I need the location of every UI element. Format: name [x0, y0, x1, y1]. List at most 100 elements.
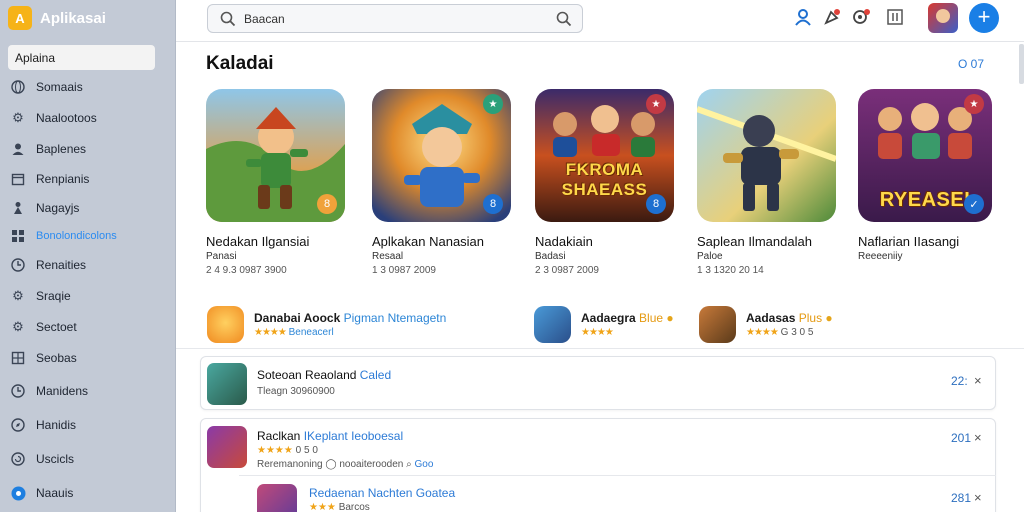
app-thumbnail[interactable]: FKROMA SHAEASS ★ 8	[535, 89, 674, 222]
clock-icon	[10, 383, 26, 399]
sidebar-item-7[interactable]: Renaities	[10, 255, 86, 275]
card-title[interactable]: Nadakiain	[535, 234, 705, 249]
card-title[interactable]: Naflarian IIasangi	[858, 234, 992, 249]
list-item-thumbnail[interactable]	[207, 363, 247, 405]
add-button[interactable]: +	[969, 3, 999, 33]
sidebar-item-active[interactable]: Aplaina	[8, 45, 155, 70]
messages-icon[interactable]	[851, 6, 873, 28]
rating-meta: 0 5 0	[295, 445, 318, 456]
sidebar-item-12[interactable]: Hanidis	[10, 415, 76, 435]
scrollbar[interactable]	[1019, 44, 1024, 84]
promo-thumbnail[interactable]	[699, 305, 736, 343]
promo-title: Aadasas	[746, 310, 796, 325]
sidebar-item-6[interactable]: Bonolondicolons	[10, 226, 117, 246]
list-item-thumbnail[interactable]	[207, 426, 247, 468]
card-top-badge: ★	[964, 94, 984, 114]
app-thumbnail[interactable]: ★ 8	[372, 89, 511, 222]
sidebar-item-8[interactable]: ⚙ Sraqie	[10, 286, 71, 306]
app-thumbnail[interactable]	[697, 89, 836, 222]
sidebar-item-13[interactable]: Uscicls	[10, 449, 74, 469]
list-item[interactable]: Raclkan IKeplant Ieoboesal ★★★★ 0 5 0 Re…	[200, 418, 996, 512]
search-icon[interactable]	[220, 11, 236, 27]
list-item-thumbnail[interactable]	[257, 484, 297, 512]
promo-thumbnail[interactable]	[534, 305, 571, 343]
list-item-title: Redaenan Nachten	[309, 486, 413, 500]
rating-stars: ★★★★	[257, 445, 293, 456]
close-icon[interactable]: ×	[974, 430, 982, 445]
cog-icon: ⚙	[12, 319, 24, 334]
header-divider	[176, 41, 1024, 42]
sidebar-item-11[interactable]: Manidens	[10, 381, 88, 401]
search-submit-icon[interactable]	[556, 11, 572, 27]
rating-meta: Barcos	[338, 502, 370, 512]
notifications-icon[interactable]	[821, 6, 843, 28]
sidebar-item-4[interactable]: Renpianis	[10, 169, 89, 189]
list-item-accent: Goatea	[415, 486, 456, 500]
promo-item[interactable]: Aadaegra Blue ● ★★★★	[534, 305, 674, 343]
clock-icon: ◯	[325, 459, 337, 470]
promo-meta: G 3 0 5	[780, 326, 814, 338]
app-card[interactable]: FKROMA SHAEASS ★ 8 Nadakiain Badasi 2 3 …	[535, 89, 675, 276]
sidebar-item-label: Hanidis	[36, 418, 77, 432]
promo-thumbnail[interactable]	[207, 305, 244, 343]
promo-title: Aadaegra	[581, 310, 636, 325]
sidebar-item-label: Naalootoos	[36, 111, 97, 125]
card-title[interactable]: Nedakan Ilgansiai	[206, 234, 376, 249]
sidebar-item-label: Seobas	[36, 351, 77, 365]
sidebar-item-label: Baplenes	[36, 142, 87, 156]
gear-icon: ⚙	[12, 110, 24, 125]
card-top-badge: ★	[483, 94, 503, 114]
calendar-icon	[10, 171, 26, 187]
search-icon: ⌕	[406, 459, 412, 470]
card-badge: ✓	[964, 194, 984, 214]
promo-accent: Plus	[798, 310, 823, 325]
app-card[interactable]: RYEASEI ★ ✓ Naflarian IIasangi Reeeeniiy	[858, 89, 992, 262]
app-card[interactable]: ★ 8 Aplkakan Nanasian Resaal 1 3 0987 20…	[372, 89, 512, 276]
sidebar-item-14[interactable]: Naauis	[10, 483, 73, 503]
list-item[interactable]: Soteoan Reaoland Caled Tleagn 30960900 2…	[200, 356, 996, 410]
brand[interactable]: A Aplikasai	[8, 6, 106, 30]
sidebar-item-label: Renaities	[36, 258, 87, 272]
section-see-all-link[interactable]: O 07	[958, 57, 984, 71]
sidebar-item-9[interactable]: ⚙ Sectoet	[10, 317, 77, 337]
search-input[interactable]: Baacan	[244, 12, 285, 26]
person-icon	[10, 200, 26, 216]
sidebar-item-3[interactable]: Baplenes	[10, 139, 86, 159]
grid-icon	[10, 228, 26, 244]
refresh-icon	[10, 451, 26, 467]
promo-item[interactable]: Aadasas Plus ● ★★★★ G 3 0 5	[699, 305, 833, 343]
table-icon	[10, 350, 26, 366]
card-subtitle: Badasi	[535, 251, 566, 262]
sidebar-item-5[interactable]: Nagayjs	[10, 198, 79, 218]
rating-stars: ★★★	[309, 502, 336, 512]
sidebar-item-label: Somaais	[36, 80, 83, 94]
rating-stars: ★★★★	[254, 326, 287, 338]
row-divider	[239, 475, 996, 476]
promo-item[interactable]: Danabai Aoock Pigman Ntemagetn ★★★★ Bene…	[207, 305, 446, 343]
sidebar-item-10[interactable]: Seobas	[10, 348, 77, 368]
app-card[interactable]: Saplean Ilmandalah Paloe 1 3 1320 20 14	[697, 89, 837, 276]
app-thumbnail[interactable]: 8	[206, 89, 345, 222]
account-icon[interactable]	[792, 6, 814, 28]
sidebar-item-label: Nagayjs	[36, 201, 80, 215]
card-meta: 2 3 0987 2009	[535, 265, 599, 276]
app-thumbnail[interactable]: RYEASEI ★ ✓	[858, 89, 992, 222]
card-meta: 1 3 0987 2009	[372, 265, 436, 276]
card-title[interactable]: Saplean Ilmandalah	[697, 234, 867, 249]
sidebar-item-2[interactable]: ⚙ Naalootoos	[10, 108, 97, 128]
settings-icon: ⚙	[12, 288, 24, 303]
app-card[interactable]: 8 Nedakan Ilgansiai Panasi 2 4 9.3 0987 …	[206, 89, 346, 276]
clock-icon	[10, 257, 26, 273]
avatar[interactable]	[928, 3, 958, 33]
search-bar[interactable]: Baacan	[207, 4, 583, 33]
close-icon[interactable]: ×	[974, 490, 982, 505]
library-icon[interactable]	[884, 6, 906, 28]
card-title[interactable]: Aplkakan Nanasian	[372, 234, 542, 249]
list-item-sub: Tleagn 30960900	[257, 386, 335, 397]
card-subtitle: Paloe	[697, 251, 723, 262]
sidebar-item-1[interactable]: Somaais	[10, 77, 83, 97]
list-item-count: 22:	[951, 374, 968, 388]
promo-title: Danabai Aoock	[254, 310, 341, 325]
close-icon[interactable]: ×	[974, 373, 982, 388]
card-subtitle: Resaal	[372, 251, 404, 262]
